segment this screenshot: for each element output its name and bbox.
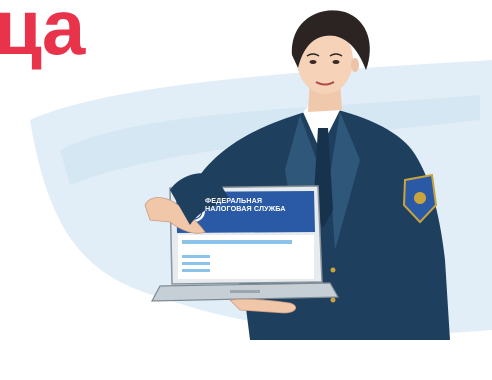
service-name-line-2: НАЛОГОВАЯ СЛУЖБА — [205, 204, 286, 214]
laptop-screen-title: ФЕДЕРАЛЬНАЯ НАЛОГОВАЯ СЛУЖБА — [205, 196, 315, 214]
tax-officer-illustration — [30, 10, 492, 340]
